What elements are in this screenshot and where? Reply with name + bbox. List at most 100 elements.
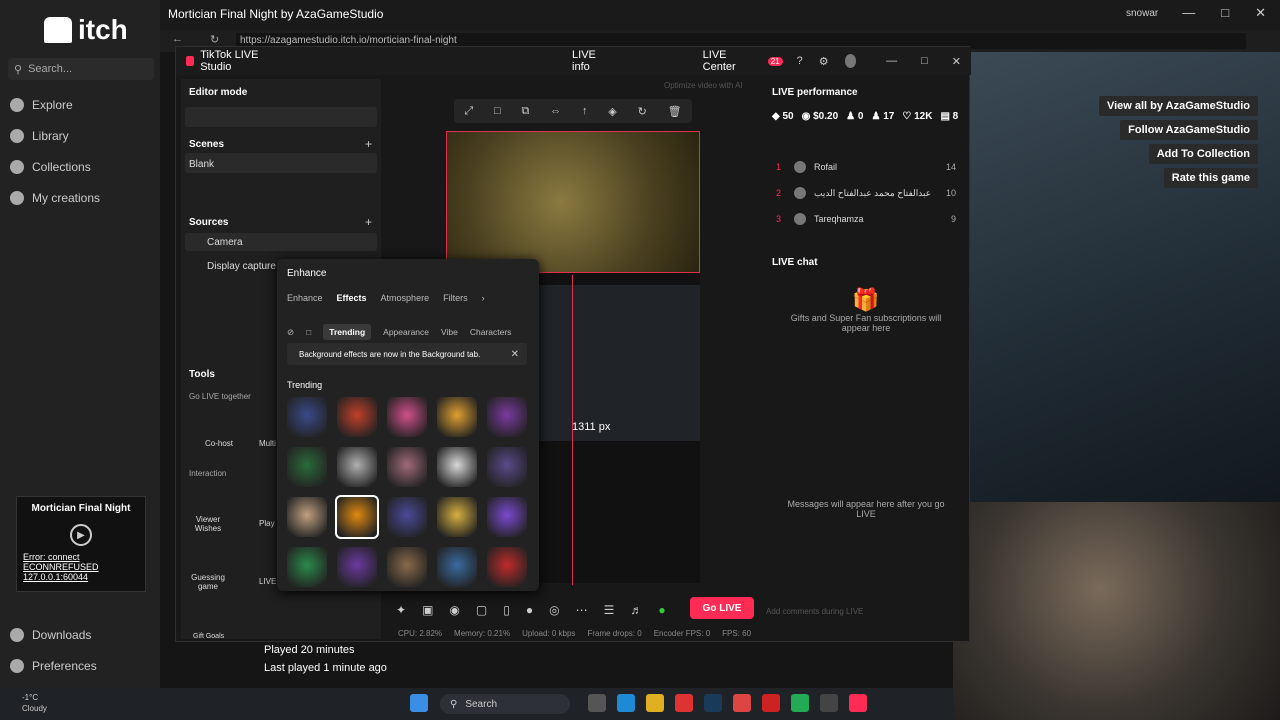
obs-icon[interactable]: [820, 694, 838, 712]
maximize-icon[interactable]: □: [921, 55, 928, 67]
effect-tile[interactable]: [437, 547, 477, 587]
tab-filters[interactable]: Filters: [443, 293, 468, 303]
cohost-button[interactable]: Co-host: [205, 439, 233, 448]
speaker-icon[interactable]: ♬: [630, 603, 642, 617]
weather-widget[interactable]: -1°C Cloudy: [22, 692, 47, 714]
minimize-icon[interactable]: —: [1182, 5, 1195, 21]
chat-input[interactable]: Add comments during LIVE: [766, 607, 936, 616]
effect-tile[interactable]: [287, 447, 327, 487]
effect-tile[interactable]: [337, 547, 377, 587]
chrome-icon[interactable]: [675, 694, 693, 712]
chevron-right-icon[interactable]: ›: [482, 293, 485, 303]
itch-logo[interactable]: itch: [44, 14, 128, 46]
effect-tile[interactable]: [487, 447, 527, 487]
rate-game-button[interactable]: Rate this game: [1163, 168, 1258, 188]
user-name[interactable]: snowar: [1126, 8, 1158, 19]
magic-icon[interactable]: ✦: [396, 603, 406, 617]
subtab-characters[interactable]: Characters: [470, 327, 512, 337]
copy-icon[interactable]: ⧉: [522, 105, 530, 118]
tab-enhance[interactable]: Enhance: [287, 293, 323, 303]
go-live-button[interactable]: Go LIVE: [690, 597, 754, 619]
effect-tile[interactable]: [387, 497, 427, 537]
add-scene-icon[interactable]: +: [365, 137, 372, 151]
mic-icon[interactable]: ●: [658, 603, 665, 617]
subtab-appearance[interactable]: Appearance: [383, 327, 429, 337]
follow-button[interactable]: Follow AzaGameStudio: [1120, 120, 1258, 140]
bookmark-icon[interactable]: □: [306, 327, 311, 337]
app-icon[interactable]: [791, 694, 809, 712]
effect-tile[interactable]: [287, 397, 327, 437]
orientation-toggle[interactable]: [185, 107, 377, 127]
effect-tile[interactable]: [487, 547, 527, 587]
crop-icon[interactable]: □: [494, 105, 501, 117]
effect-tile[interactable]: [387, 547, 427, 587]
more-icon[interactable]: ⋯: [576, 603, 588, 617]
nav-preferences[interactable]: Preferences: [10, 659, 97, 673]
close-icon[interactable]: ✕: [511, 349, 519, 360]
maximize-icon[interactable]: □: [1221, 5, 1229, 21]
back-icon[interactable]: ←: [172, 33, 183, 45]
viewer-wishes-button[interactable]: Viewer Wishes: [191, 515, 225, 533]
subtab-vibe[interactable]: Vibe: [441, 327, 458, 337]
minimize-icon[interactable]: —: [886, 55, 897, 67]
nav-collections[interactable]: Collections: [10, 160, 91, 174]
steam-icon[interactable]: [704, 694, 722, 712]
close-icon[interactable]: ✕: [952, 55, 961, 68]
play-button[interactable]: Play: [259, 519, 275, 528]
avatar[interactable]: [844, 54, 857, 68]
screen-icon[interactable]: ▢: [476, 603, 487, 617]
guessing-game-button[interactable]: Guessing game: [191, 573, 225, 591]
mixer-icon[interactable]: ☰: [604, 603, 615, 617]
settings-icon[interactable]: ⚙: [819, 55, 829, 68]
nav-explore[interactable]: Explore: [10, 98, 73, 112]
app-icon[interactable]: [733, 694, 751, 712]
close-icon[interactable]: ✕: [1255, 5, 1266, 21]
camera-settings-icon[interactable]: ◎: [549, 603, 559, 617]
taskbar-search[interactable]: ⚲ Search: [440, 694, 570, 714]
leaderboard-row[interactable]: 2 عبدالفتاح محمد عبدالفتاح الديب 10: [776, 187, 956, 199]
view-all-button[interactable]: View all by AzaGameStudio: [1098, 96, 1258, 116]
effect-tile[interactable]: [287, 547, 327, 587]
notification-badge[interactable]: 21: [767, 56, 783, 66]
tab-atmosphere[interactable]: Atmosphere: [381, 293, 430, 303]
live-center-link[interactable]: LIVE Center: [703, 49, 752, 73]
files-app-icon[interactable]: [588, 694, 606, 712]
effect-tile[interactable]: [487, 397, 527, 437]
leaderboard-row[interactable]: 1 Rofail 14: [776, 161, 956, 173]
scene-icon[interactable]: ▣: [422, 603, 433, 617]
gift-goals-button[interactable]: Gift Goals: [193, 633, 224, 640]
play-icon[interactable]: ▶: [70, 524, 92, 546]
effect-tile[interactable]: [487, 497, 527, 537]
add-source-icon[interactable]: +: [365, 215, 372, 229]
effect-tile[interactable]: [437, 497, 477, 537]
display-capture-preview[interactable]: [538, 285, 700, 441]
nav-library[interactable]: Library: [10, 129, 69, 143]
camera-preview[interactable]: [446, 131, 700, 273]
effects-icon[interactable]: ◉: [449, 603, 459, 617]
windows-start-icon[interactable]: [410, 694, 428, 712]
itch-search-input[interactable]: ⚲ Search...: [8, 58, 154, 80]
help-icon[interactable]: ?: [797, 55, 803, 67]
fit-icon[interactable]: ⤢: [464, 105, 473, 118]
live-info-link[interactable]: LIVE info: [572, 49, 609, 73]
tiktok-icon[interactable]: [849, 694, 867, 712]
effect-tile[interactable]: [387, 447, 427, 487]
leaderboard-row[interactable]: 3 Tareqhamza 9: [776, 213, 956, 225]
source-display-label[interactable]: Display capture: [207, 261, 276, 272]
rotate-icon[interactable]: ↻: [638, 105, 647, 118]
layer-icon[interactable]: ◈: [608, 105, 616, 118]
effect-tile[interactable]: [387, 397, 427, 437]
nav-downloads[interactable]: Downloads: [10, 628, 91, 642]
game-card[interactable]: Mortician Final Night ▶ Error: connect E…: [16, 496, 146, 592]
itch-icon[interactable]: [762, 694, 780, 712]
edge-icon[interactable]: [617, 694, 635, 712]
effect-tile[interactable]: [337, 447, 377, 487]
effect-tile[interactable]: [437, 397, 477, 437]
effect-tile[interactable]: [337, 397, 377, 437]
effect-tile[interactable]: [287, 497, 327, 537]
flip-icon[interactable]: ⇔: [550, 105, 561, 117]
none-icon[interactable]: ⊘: [287, 327, 294, 338]
reload-icon[interactable]: ↻: [210, 33, 219, 46]
effect-tile[interactable]: [437, 447, 477, 487]
add-to-collection-button[interactable]: Add To Collection: [1148, 144, 1258, 164]
